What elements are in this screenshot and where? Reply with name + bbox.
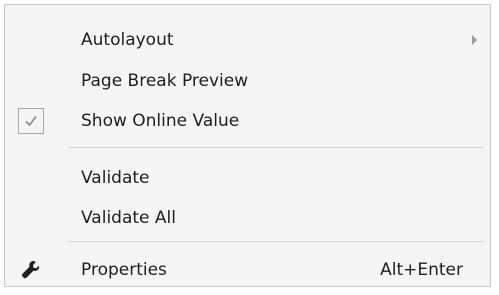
menu-item-page-break-preview[interactable]: Page Break Preview: [6, 61, 489, 101]
menu-separator: [68, 241, 484, 242]
menu-item-validate[interactable]: Validate: [6, 158, 489, 198]
menu-item-autolayout[interactable]: Autolayout: [6, 20, 489, 60]
menu-item-label: Show Online Value: [81, 111, 240, 131]
menu-item-properties[interactable]: Properties Alt+Enter: [6, 250, 489, 290]
wrench-icon: [20, 259, 42, 281]
menu-item-label: Validate All: [81, 208, 176, 228]
menu-item-label: Validate: [81, 168, 150, 188]
menu-item-label: Properties: [81, 260, 167, 280]
checkmark-icon: [18, 108, 44, 134]
menu-item-label: Page Break Preview: [81, 71, 249, 91]
menu-separator: [68, 147, 484, 148]
menu-item-label: Autolayout: [81, 30, 174, 50]
menu-item-shortcut: Alt+Enter: [380, 260, 463, 280]
context-menu: Autolayout Page Break Preview Show Onlin…: [4, 4, 491, 287]
menu-item-show-online-value[interactable]: Show Online Value: [6, 101, 489, 141]
menu-item-validate-all[interactable]: Validate All: [6, 198, 489, 238]
submenu-arrow-icon: [472, 35, 477, 45]
